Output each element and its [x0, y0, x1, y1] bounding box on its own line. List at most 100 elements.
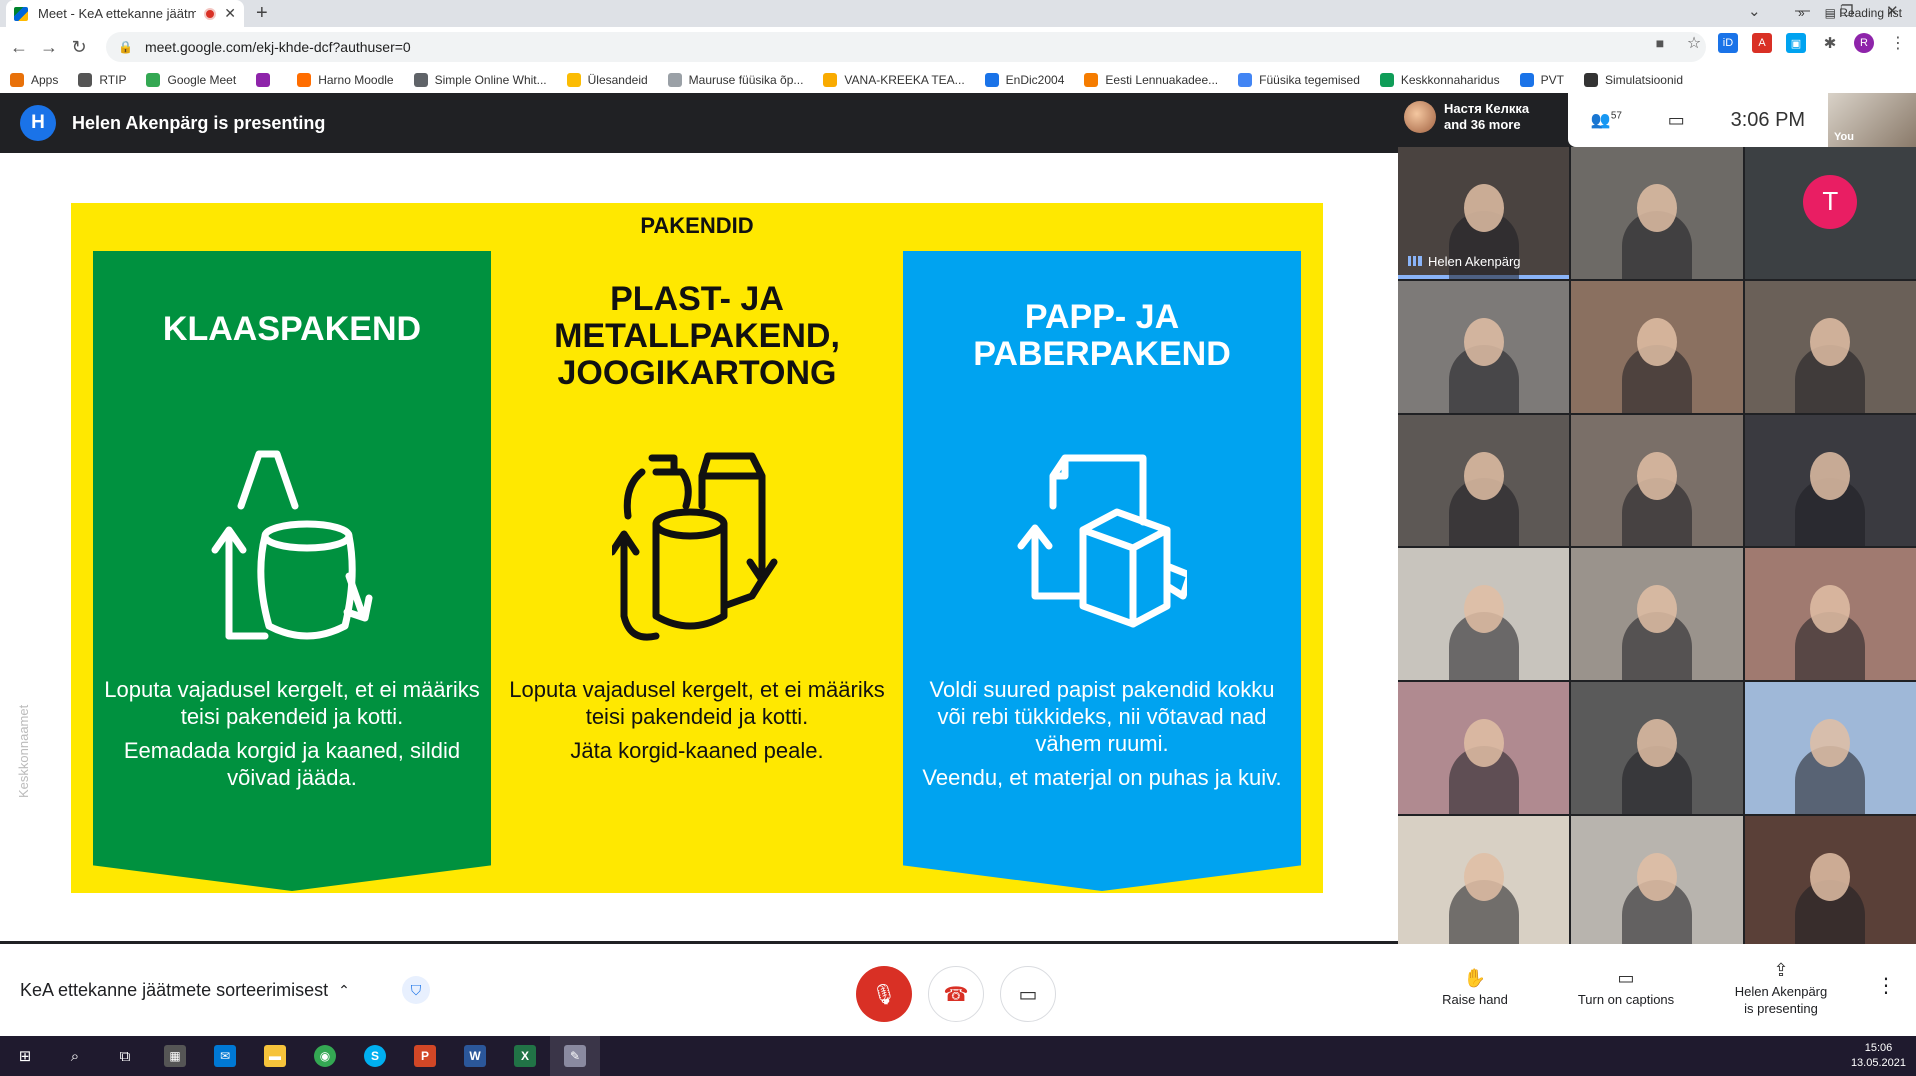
presenting-button[interactable]: ⇪ Helen Akenpärg is presenting	[1726, 961, 1836, 1017]
tab-strip: Meet - KeA ettekanne jäätme ✕ + ⌄ — ❐ ✕	[0, 0, 1916, 27]
participant-face	[1463, 585, 1504, 634]
participants-panel: Настя Келкка and 36 more 👥57 ▭ 3:06 PM Y…	[1398, 93, 1916, 948]
participant-tile[interactable]: T	[1744, 147, 1916, 279]
column-glass: KLAASPAKEND Loputa vajadusel kergelt, et…	[93, 251, 491, 891]
menu-icon[interactable]: ⋮	[1888, 33, 1908, 53]
raise-hand-button[interactable]: ✋ Raise hand	[1430, 969, 1520, 1008]
participant-tile[interactable]: Helen Akenpärg	[1398, 147, 1570, 279]
bookmark-item[interactable]: Simple Online Whit...	[413, 73, 547, 87]
extensions-icon[interactable]: ✱	[1820, 33, 1840, 53]
back-icon[interactable]: ←	[4, 37, 34, 58]
presenting-label: Helen Akenpärg is presenting	[72, 112, 326, 133]
bookmark-item[interactable]: Füüsika tegemised	[1238, 73, 1360, 87]
participant-tile[interactable]	[1571, 682, 1743, 815]
bookmark-item[interactable]: RTIP	[78, 73, 126, 87]
bookmark-favicon-icon	[984, 73, 999, 87]
bookmark-item[interactable]: PVT	[1519, 73, 1564, 87]
self-view-tile[interactable]: You	[1828, 93, 1916, 147]
participant-tile[interactable]	[1744, 548, 1916, 681]
bookmark-item[interactable]: Simulatsioonid	[1583, 73, 1683, 87]
camera-indicator-icon[interactable]: ■	[1650, 33, 1670, 53]
word-icon[interactable]: W	[450, 1036, 500, 1076]
column-heading: PAPP- JA PABERPAKEND	[973, 298, 1231, 373]
reading-list[interactable]: ▤ Reading list	[1825, 6, 1902, 20]
meeting-details-button[interactable]: KeA ettekanne jäätmete sorteerimisest ⌃	[20, 980, 350, 1001]
profile-avatar[interactable]: R	[1854, 33, 1874, 53]
participant-tile[interactable]	[1744, 414, 1916, 547]
pdf-extension-icon[interactable]: A	[1752, 33, 1772, 53]
participant-tile[interactable]	[1571, 816, 1743, 948]
people-button[interactable]: 👥57	[1591, 110, 1622, 130]
participant-tile[interactable]	[1571, 280, 1743, 413]
bookmark-item[interactable]: Ülesandeid	[566, 73, 648, 87]
bookmark-item[interactable]: Keskkonnaharidus	[1379, 73, 1500, 87]
task-view-icon[interactable]: ⧉	[100, 1036, 150, 1076]
bookmark-item[interactable]: Google Meet	[146, 73, 236, 87]
search-icon[interactable]: ⌕	[50, 1036, 100, 1076]
bookmark-item[interactable]: Harno Moodle	[297, 73, 394, 87]
column-paper: PAPP- JA PABERPAKEND Voldi suured papist…	[903, 251, 1301, 891]
participants-summary[interactable]: Настя Келкка and 36 more	[1404, 101, 1529, 133]
bookmark-item[interactable]: VANA-KREEKA TEA...	[823, 73, 965, 87]
bookmark-item[interactable]	[256, 73, 277, 87]
microphone-off-button[interactable]: 🎙	[856, 966, 912, 1022]
column-text-1: Loputa vajadusel kergelt, et ei määriks …	[104, 677, 480, 729]
participant-tile[interactable]	[1398, 816, 1570, 948]
captions-button[interactable]: ▭ Turn on captions	[1566, 969, 1686, 1008]
more-options-icon[interactable]: ⋮	[1876, 976, 1896, 996]
participant-tile[interactable]	[1398, 280, 1570, 413]
participant-tile[interactable]	[1744, 816, 1916, 948]
bookmark-favicon-icon	[10, 73, 24, 87]
tab-search-icon[interactable]: ⌄	[1748, 2, 1761, 20]
bookmarks-bar: Apps RTIP Google Meet Harno Moodle Simple On…	[0, 67, 1916, 93]
skype-icon[interactable]: S	[350, 1036, 400, 1076]
system-clock[interactable]: 15:06 13.05.2021	[1851, 1041, 1906, 1071]
participant-face	[1810, 451, 1851, 500]
column-text-2: Jäta korgid-kaaned peale.	[570, 738, 824, 763]
forward-icon[interactable]: →	[34, 37, 64, 58]
self-label: You	[1834, 131, 1854, 143]
address-bar[interactable]: 🔒 meet.google.com/ekj-khde-dcf?authuser=…	[106, 32, 1706, 62]
more-bookmarks-icon[interactable]: »	[1798, 6, 1805, 20]
bookmark-favicon-icon	[146, 73, 161, 87]
browser-tab[interactable]: Meet - KeA ettekanne jäätme ✕	[6, 0, 244, 27]
store-icon[interactable]: ▦	[150, 1036, 200, 1076]
bookmark-favicon-icon	[297, 73, 312, 87]
reload-icon[interactable]: ↻	[64, 37, 94, 58]
bookmark-item[interactable]: Mauruse füüsika õp...	[667, 73, 803, 87]
participant-avatar	[1404, 101, 1436, 133]
chrome-icon[interactable]: ◉	[300, 1036, 350, 1076]
participant-tile[interactable]	[1744, 682, 1916, 815]
participant-tile[interactable]	[1398, 548, 1570, 681]
file-explorer-icon[interactable]: ▬	[250, 1036, 300, 1076]
participant-tile[interactable]	[1571, 548, 1743, 681]
bookmark-item[interactable]: Apps	[10, 73, 58, 87]
mail-icon[interactable]: ✉	[200, 1036, 250, 1076]
participant-tile[interactable]	[1571, 147, 1743, 279]
id-extension-icon[interactable]: iD	[1718, 33, 1738, 53]
column-heading: KLAASPAKEND	[162, 310, 422, 348]
bookmark-item[interactable]: EnDic2004	[984, 73, 1064, 87]
camera-button[interactable]: ▭	[1000, 966, 1056, 1022]
excel-icon[interactable]: X	[500, 1036, 550, 1076]
star-icon[interactable]: ☆	[1684, 33, 1704, 53]
leave-call-button[interactable]: ☎	[928, 966, 984, 1022]
camera-icon: ▭	[1018, 983, 1038, 1006]
participant-tile[interactable]	[1398, 414, 1570, 547]
new-tab-icon[interactable]: +	[256, 2, 268, 25]
windows-taskbar: ⊞ ⌕ ⧉ ▦ ✉ ▬ ◉ S P W X ✎ 15:06 13.05.2021	[0, 1036, 1916, 1076]
screen-extension-icon[interactable]: ▣	[1786, 33, 1806, 53]
bookmark-item[interactable]: Eesti Lennuakadee...	[1084, 73, 1218, 87]
participant-tile[interactable]	[1571, 414, 1743, 547]
participant-tile[interactable]	[1398, 682, 1570, 815]
paint-icon[interactable]: ✎	[550, 1036, 600, 1076]
host-controls-shield-icon[interactable]: ⛉	[402, 976, 430, 1004]
participant-tile[interactable]	[1744, 280, 1916, 413]
participant-face	[1463, 183, 1504, 232]
start-icon[interactable]: ⊞	[0, 1036, 50, 1076]
chat-icon[interactable]: ▭	[1668, 110, 1685, 131]
powerpoint-icon[interactable]: P	[400, 1036, 450, 1076]
participant-face	[1636, 853, 1677, 902]
participant-face	[1463, 451, 1504, 500]
close-tab-icon[interactable]: ✕	[224, 5, 236, 22]
